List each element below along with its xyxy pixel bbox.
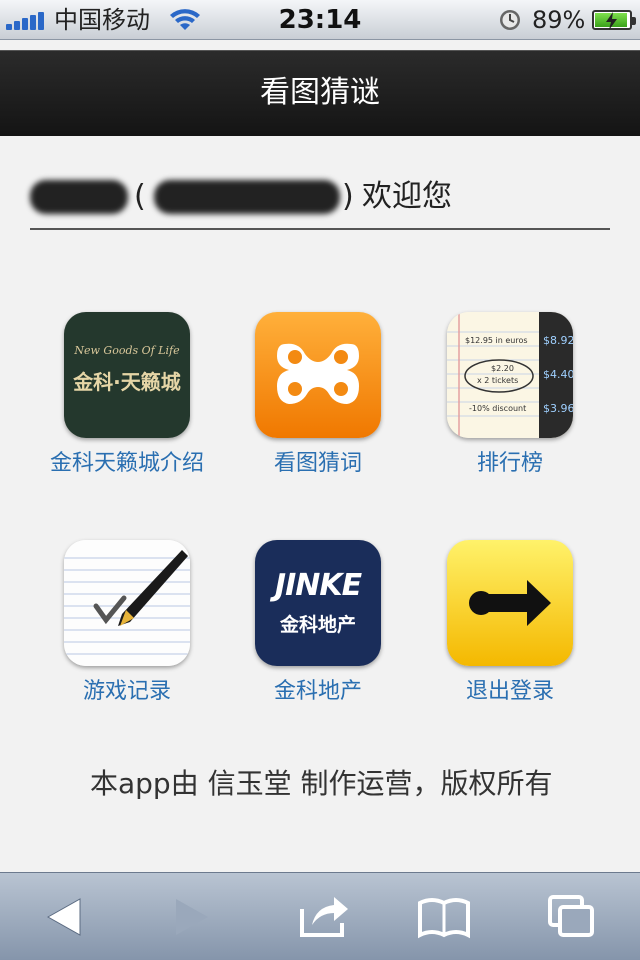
- app-jinke-tianlaicheng-intro[interactable]: New Goods Of Life 金科·天籁城 金科天籁城介绍: [27, 312, 227, 480]
- xampp-logo-icon: [255, 312, 381, 438]
- jinke-logo-icon: JINKE 金科地产: [255, 540, 381, 666]
- page-title: 看图猜谜: [260, 75, 380, 110]
- bookmarks-icon[interactable]: [414, 891, 474, 943]
- app-label: 金科地产: [273, 679, 362, 704]
- exit-arrow-icon: [447, 540, 573, 666]
- open-paren: (: [134, 179, 146, 214]
- back-icon[interactable]: [36, 891, 96, 943]
- notepad-pen-icon: [64, 540, 190, 666]
- app-label: 排行榜: [476, 451, 543, 476]
- app-jinke-real-estate[interactable]: JINKE 金科地产 金科地产: [218, 540, 418, 708]
- app-label: 看图猜词: [273, 451, 362, 476]
- close-paren: ): [342, 179, 354, 214]
- redacted-account: [154, 180, 340, 214]
- copyright-text: 本app由 信玉堂 制作运营，版权所有: [90, 767, 553, 800]
- app-leaderboard[interactable]: $12.95 in euros $2.20 x 2 tickets -10% d…: [410, 312, 610, 480]
- tabs-icon[interactable]: [542, 891, 602, 943]
- share-icon[interactable]: [294, 891, 354, 943]
- welcome-text: 欢迎您: [362, 179, 452, 214]
- app-label: 游戏记录: [82, 679, 171, 704]
- clock-icon: [500, 10, 520, 30]
- app-guess-word[interactable]: 看图猜词: [218, 312, 418, 480]
- welcome-line: ( ) 欢迎您: [30, 172, 610, 230]
- ledger-icon: $12.95 in euros $2.20 x 2 tickets -10% d…: [447, 312, 573, 438]
- app-label: 金科天籁城介绍: [49, 451, 204, 476]
- status-bar: 中国移动 23:14 89%: [0, 0, 640, 40]
- brochure-icon: New Goods Of Life 金科·天籁城: [64, 312, 190, 438]
- battery-icon: [592, 10, 636, 30]
- app-logout[interactable]: 退出登录: [410, 540, 610, 708]
- battery-percentage: 89%: [532, 6, 586, 34]
- forward-icon[interactable]: [160, 891, 220, 943]
- browser-toolbar: [0, 872, 640, 960]
- app-label: 退出登录: [465, 679, 554, 704]
- app-game-records[interactable]: 游戏记录: [27, 540, 227, 708]
- navigation-bar: 看图猜谜: [0, 50, 640, 136]
- redacted-username: [30, 180, 128, 214]
